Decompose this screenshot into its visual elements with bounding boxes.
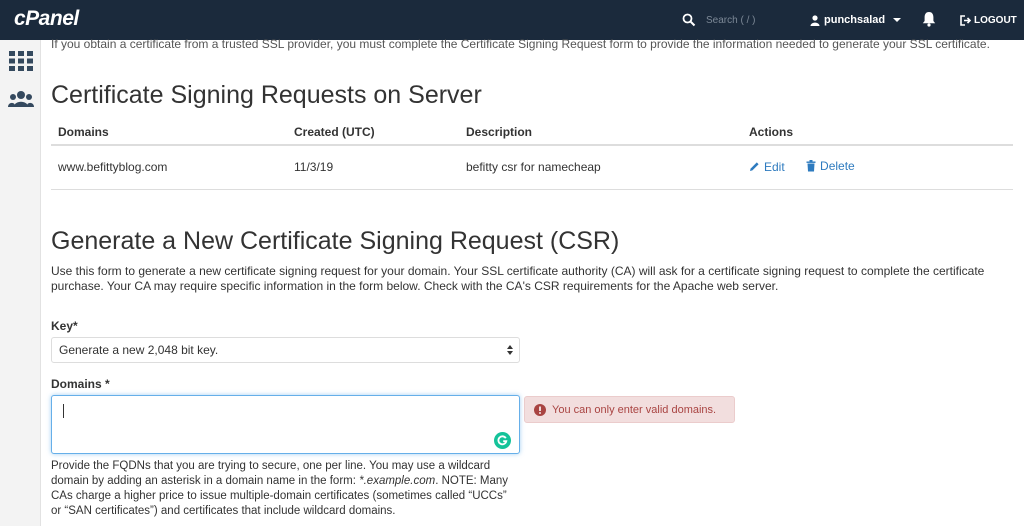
help-example: *.example.com (359, 475, 436, 487)
sidebar (0, 40, 41, 526)
table-header-row: Domains Created (UTC) Description Action… (51, 119, 1013, 146)
generate-csr-title: Generate a New Certificate Signing Reque… (51, 227, 620, 255)
user-icon (810, 14, 820, 26)
logout-button[interactable]: LOGOUT (960, 0, 1017, 40)
user-menu[interactable]: punchsalad (810, 0, 902, 40)
edit-label: Edit (764, 159, 785, 174)
edit-link[interactable]: Edit (749, 160, 785, 174)
col-domains: Domains (51, 119, 287, 146)
domains-error-message: You can only enter valid domains. (524, 396, 735, 423)
logout-icon (960, 14, 971, 26)
col-created: Created (UTC) (287, 119, 459, 146)
delete-link[interactable]: Delete (806, 159, 855, 173)
key-select[interactable]: Generate a new 2,048 bit key. (51, 337, 520, 363)
csr-list-title: Certificate Signing Requests on Server (51, 81, 482, 109)
grammarly-icon[interactable] (494, 432, 511, 449)
help-text: domain by adding an asterisk in a domain… (51, 475, 360, 487)
grid-icon[interactable] (8, 50, 34, 72)
key-select-value: Generate a new 2,048 bit key. (59, 343, 219, 357)
domains-textarea[interactable] (51, 395, 520, 454)
table-row: www.befittyblog.com 11/3/19 befitty csr … (51, 145, 1013, 190)
help-line: Provide the FQDNs that you are trying to… (51, 460, 491, 472)
help-line: or “SAN certificates”) and certificates … (51, 505, 396, 517)
search-box[interactable] (670, 0, 800, 40)
help-line: domain by adding an asterisk in a domain… (51, 474, 531, 489)
cpanel-logo[interactable]: cPanel (14, 7, 79, 31)
col-description: Description (459, 119, 742, 146)
error-text: You can only enter valid domains. (552, 403, 717, 416)
trash-icon (806, 160, 816, 172)
key-label: Key* (51, 319, 78, 333)
pencil-icon (750, 162, 759, 172)
generate-csr-intro: Use this form to generate a new certific… (51, 264, 985, 293)
cell-actions: Edit Delete (742, 145, 1013, 190)
username: punchsalad (824, 14, 886, 26)
domains-label: Domains * (51, 377, 110, 391)
select-arrows-icon (507, 345, 513, 355)
top-navbar: cPanel punchsalad LOGOUT (0, 0, 1024, 40)
error-icon (534, 403, 546, 416)
cell-domain: www.befittyblog.com (51, 145, 287, 190)
users-icon[interactable] (8, 88, 34, 110)
bell-icon[interactable] (922, 11, 936, 27)
col-actions: Actions (742, 119, 1013, 146)
logout-label: LOGOUT (974, 14, 1017, 26)
text-cursor (63, 404, 64, 418)
csr-table: Domains Created (UTC) Description Action… (51, 119, 1013, 190)
chevron-down-icon (893, 18, 902, 22)
intro-clipped-text: If you obtain a certificate from a trust… (51, 37, 990, 51)
search-input[interactable] (706, 10, 796, 30)
help-text: . NOTE: Many (435, 475, 509, 487)
cell-description: befitty csr for namecheap (459, 145, 742, 190)
domains-help-text: Provide the FQDNs that you are trying to… (51, 459, 531, 519)
cell-created: 11/3/19 (287, 145, 459, 190)
delete-label: Delete (820, 159, 855, 174)
help-line: CAs charge a higher price to issue multi… (51, 490, 507, 502)
search-icon (682, 13, 696, 27)
